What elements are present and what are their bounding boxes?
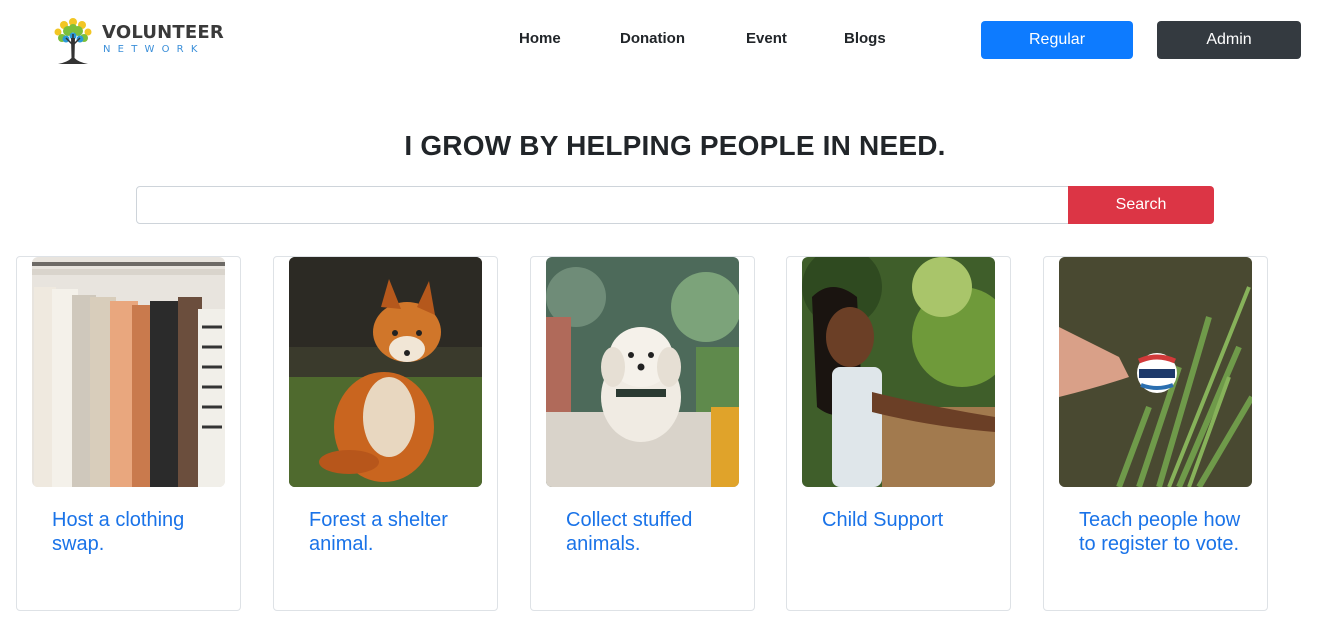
card-image-clothing: [32, 257, 225, 487]
tree-logo-icon: [54, 18, 92, 64]
card-title[interactable]: Host a clothing swap.: [52, 508, 227, 556]
card-title[interactable]: Collect stuffed animals.: [566, 508, 741, 556]
brand-logo[interactable]: VOLUNTEER NETWORK: [48, 14, 224, 66]
event-card[interactable]: Forest a shelter animal.: [273, 256, 498, 611]
card-image-child: [802, 257, 995, 487]
event-card[interactable]: Child Support: [786, 256, 1011, 611]
card-image-dog: [546, 257, 739, 487]
event-card[interactable]: Host a clothing swap.: [16, 256, 241, 611]
card-title[interactable]: Forest a shelter animal.: [309, 508, 484, 556]
card-title[interactable]: Child Support: [822, 508, 997, 532]
event-card[interactable]: Teach people how to register to vote.: [1043, 256, 1268, 611]
navbar: VOLUNTEER NETWORK Home Donation Event Bl…: [0, 0, 1343, 82]
search-button[interactable]: Search: [1068, 186, 1214, 224]
card-image-vote: [1059, 257, 1252, 487]
nav-link-blogs[interactable]: Blogs: [844, 30, 886, 47]
brand-subtitle: NETWORK: [103, 44, 205, 55]
search-input[interactable]: [136, 186, 1069, 224]
hero-title: I GROW BY HELPING PEOPLE IN NEED.: [404, 130, 946, 161]
card-image-fox: [289, 257, 482, 487]
admin-button[interactable]: Admin: [1157, 21, 1301, 59]
brand-title: VOLUNTEER: [102, 22, 224, 43]
event-card[interactable]: Collect stuffed animals.: [530, 256, 755, 611]
nav-link-home[interactable]: Home: [519, 30, 561, 47]
card-title[interactable]: Teach people how to register to vote.: [1079, 508, 1254, 556]
nav-link-event[interactable]: Event: [746, 30, 787, 47]
regular-button[interactable]: Regular: [981, 21, 1133, 59]
nav-link-donation[interactable]: Donation: [620, 30, 685, 47]
